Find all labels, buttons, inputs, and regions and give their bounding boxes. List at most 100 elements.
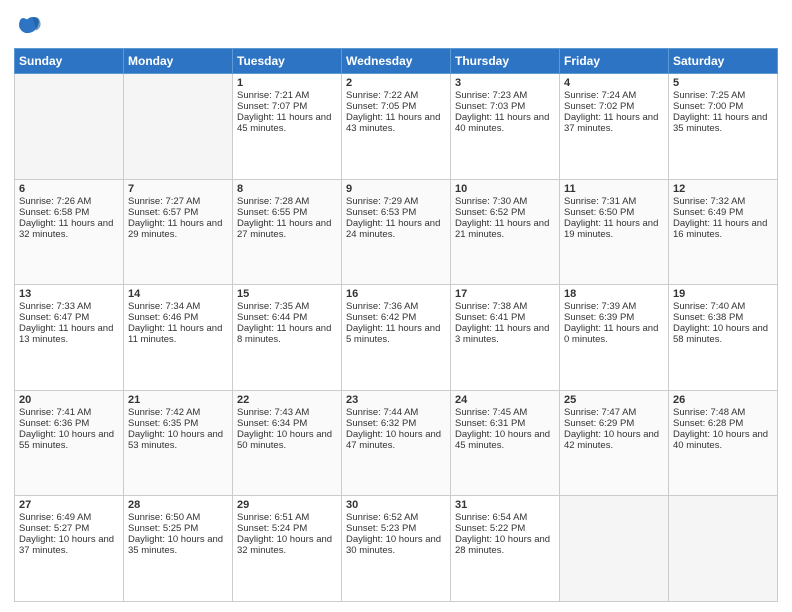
calendar-cell: 4Sunrise: 7:24 AMSunset: 7:02 PMDaylight… xyxy=(560,74,669,180)
day-number: 8 xyxy=(237,183,337,195)
sunset-text: Sunset: 6:31 PM xyxy=(455,418,555,429)
sunrise-text: Sunrise: 7:39 AM xyxy=(564,301,664,312)
calendar-cell: 12Sunrise: 7:32 AMSunset: 6:49 PMDayligh… xyxy=(669,179,778,285)
sunrise-text: Sunrise: 6:51 AM xyxy=(237,512,337,523)
column-header-thursday: Thursday xyxy=(451,49,560,74)
daylight-text: Daylight: 10 hours and 40 minutes. xyxy=(673,429,773,451)
sunset-text: Sunset: 5:27 PM xyxy=(19,523,119,534)
day-number: 26 xyxy=(673,394,773,406)
day-number: 3 xyxy=(455,77,555,89)
calendar-cell: 31Sunrise: 6:54 AMSunset: 5:22 PMDayligh… xyxy=(451,496,560,602)
week-row-2: 6Sunrise: 7:26 AMSunset: 6:58 PMDaylight… xyxy=(15,179,778,285)
sunrise-text: Sunrise: 7:33 AM xyxy=(19,301,119,312)
day-number: 14 xyxy=(128,288,228,300)
sunrise-text: Sunrise: 7:41 AM xyxy=(19,407,119,418)
sunset-text: Sunset: 7:07 PM xyxy=(237,101,337,112)
day-number: 18 xyxy=(564,288,664,300)
sunrise-text: Sunrise: 7:40 AM xyxy=(673,301,773,312)
calendar-cell: 25Sunrise: 7:47 AMSunset: 6:29 PMDayligh… xyxy=(560,390,669,496)
sunrise-text: Sunrise: 7:42 AM xyxy=(128,407,228,418)
day-number: 15 xyxy=(237,288,337,300)
day-number: 25 xyxy=(564,394,664,406)
calendar-cell: 16Sunrise: 7:36 AMSunset: 6:42 PMDayligh… xyxy=(342,285,451,391)
daylight-text: Daylight: 10 hours and 32 minutes. xyxy=(237,534,337,556)
calendar-cell: 11Sunrise: 7:31 AMSunset: 6:50 PMDayligh… xyxy=(560,179,669,285)
daylight-text: Daylight: 11 hours and 13 minutes. xyxy=(19,323,119,345)
sunset-text: Sunset: 6:47 PM xyxy=(19,312,119,323)
calendar-cell xyxy=(15,74,124,180)
sunset-text: Sunset: 6:32 PM xyxy=(346,418,446,429)
calendar-cell: 2Sunrise: 7:22 AMSunset: 7:05 PMDaylight… xyxy=(342,74,451,180)
week-row-4: 20Sunrise: 7:41 AMSunset: 6:36 PM Dayligh… xyxy=(15,390,778,496)
header-row: SundayMondayTuesdayWednesdayThursdayFrid… xyxy=(15,49,778,74)
sunset-text: Sunset: 6:28 PM xyxy=(673,418,773,429)
logo xyxy=(14,12,46,40)
day-number: 20 xyxy=(19,394,119,406)
daylight-text: Daylight: 10 hours and 35 minutes. xyxy=(128,534,228,556)
daylight-text: Daylight: 11 hours and 21 minutes. xyxy=(455,218,555,240)
calendar-cell: 23Sunrise: 7:44 AMSunset: 6:32 PMDayligh… xyxy=(342,390,451,496)
daylight-text: Daylight: 11 hours and 32 minutes. xyxy=(19,218,119,240)
sunset-text: Sunset: 6:35 PM xyxy=(128,418,228,429)
sunrise-text: Sunrise: 7:23 AM xyxy=(455,90,555,101)
calendar-cell: 21Sunrise: 7:42 AMSunset: 6:35 PMDayligh… xyxy=(124,390,233,496)
day-number: 29 xyxy=(237,499,337,511)
sunrise-text: Sunrise: 7:29 AM xyxy=(346,196,446,207)
calendar-cell: 15Sunrise: 7:35 AMSunset: 6:44 PMDayligh… xyxy=(233,285,342,391)
sunrise-text: Sunrise: 7:30 AM xyxy=(455,196,555,207)
sunset-text: Sunset: 7:05 PM xyxy=(346,101,446,112)
day-number: 1 xyxy=(237,77,337,89)
daylight-text: Daylight: 10 hours and 50 minutes. xyxy=(237,429,337,451)
daylight-text: Daylight: 11 hours and 24 minutes. xyxy=(346,218,446,240)
day-number: 31 xyxy=(455,499,555,511)
daylight-text: Daylight: 11 hours and 37 minutes. xyxy=(564,112,664,134)
sunset-text: Sunset: 6:50 PM xyxy=(564,207,664,218)
sunset-text: Sunset: 6:29 PM xyxy=(564,418,664,429)
day-number: 17 xyxy=(455,288,555,300)
calendar-cell: 24Sunrise: 7:45 AMSunset: 6:31 PMDayligh… xyxy=(451,390,560,496)
sunrise-text: Sunrise: 7:43 AM xyxy=(237,407,337,418)
daylight-text: Daylight: 11 hours and 45 minutes. xyxy=(237,112,337,134)
calendar-cell: 5Sunrise: 7:25 AMSunset: 7:00 PMDaylight… xyxy=(669,74,778,180)
calendar-cell: 20Sunrise: 7:41 AMSunset: 6:36 PMDayligh… xyxy=(15,390,124,496)
sunset-text: Sunset: 6:34 PM xyxy=(237,418,337,429)
sunset-text: Sunset: 6:57 PM xyxy=(128,207,228,218)
sunrise-text: Sunrise: 7:47 AM xyxy=(564,407,664,418)
day-number: 5 xyxy=(673,77,773,89)
calendar-cell: 13Sunrise: 7:33 AMSunset: 6:47 PMDayligh… xyxy=(15,285,124,391)
sunrise-text: Sunrise: 7:32 AM xyxy=(673,196,773,207)
sunset-text: Sunset: 6:52 PM xyxy=(455,207,555,218)
day-number: 22 xyxy=(237,394,337,406)
daylight-text: Daylight: 11 hours and 3 minutes. xyxy=(455,323,555,345)
calendar-cell: 7Sunrise: 7:27 AMSunset: 6:57 PMDaylight… xyxy=(124,179,233,285)
sunrise-text: Sunrise: 6:50 AM xyxy=(128,512,228,523)
calendar-cell: 27Sunrise: 6:49 AMSunset: 5:27 PMDayligh… xyxy=(15,496,124,602)
calendar-cell: 9Sunrise: 7:29 AMSunset: 6:53 PMDaylight… xyxy=(342,179,451,285)
sunrise-text: Sunrise: 6:54 AM xyxy=(455,512,555,523)
calendar-cell: 6Sunrise: 7:26 AMSunset: 6:58 PMDaylight… xyxy=(15,179,124,285)
sunset-text: Sunset: 6:41 PM xyxy=(455,312,555,323)
calendar-cell: 8Sunrise: 7:28 AMSunset: 6:55 PMDaylight… xyxy=(233,179,342,285)
sunrise-text: Sunrise: 7:22 AM xyxy=(346,90,446,101)
sunset-text: Sunset: 5:24 PM xyxy=(237,523,337,534)
sunrise-text: Sunrise: 7:21 AM xyxy=(237,90,337,101)
sunset-text: Sunset: 6:46 PM xyxy=(128,312,228,323)
column-header-friday: Friday xyxy=(560,49,669,74)
daylight-text: Daylight: 11 hours and 40 minutes. xyxy=(455,112,555,134)
sunset-text: Sunset: 6:38 PM xyxy=(673,312,773,323)
sunset-text: Sunset: 6:36 PM xyxy=(19,418,119,429)
calendar-cell: 1Sunrise: 7:21 AMSunset: 7:07 PMDaylight… xyxy=(233,74,342,180)
day-number: 27 xyxy=(19,499,119,511)
day-number: 23 xyxy=(346,394,446,406)
day-number: 16 xyxy=(346,288,446,300)
calendar-cell: 3Sunrise: 7:23 AMSunset: 7:03 PMDaylight… xyxy=(451,74,560,180)
logo-icon xyxy=(14,12,42,40)
sunrise-text: Sunrise: 7:44 AM xyxy=(346,407,446,418)
calendar-cell xyxy=(124,74,233,180)
sunset-text: Sunset: 6:39 PM xyxy=(564,312,664,323)
daylight-text: Daylight: 11 hours and 19 minutes. xyxy=(564,218,664,240)
sunrise-text: Sunrise: 7:36 AM xyxy=(346,301,446,312)
calendar-cell: 19Sunrise: 7:40 AMSunset: 6:38 PMDayligh… xyxy=(669,285,778,391)
week-row-3: 13Sunrise: 7:33 AMSunset: 6:47 PMDayligh… xyxy=(15,285,778,391)
calendar-cell: 18Sunrise: 7:39 AMSunset: 6:39 PMDayligh… xyxy=(560,285,669,391)
